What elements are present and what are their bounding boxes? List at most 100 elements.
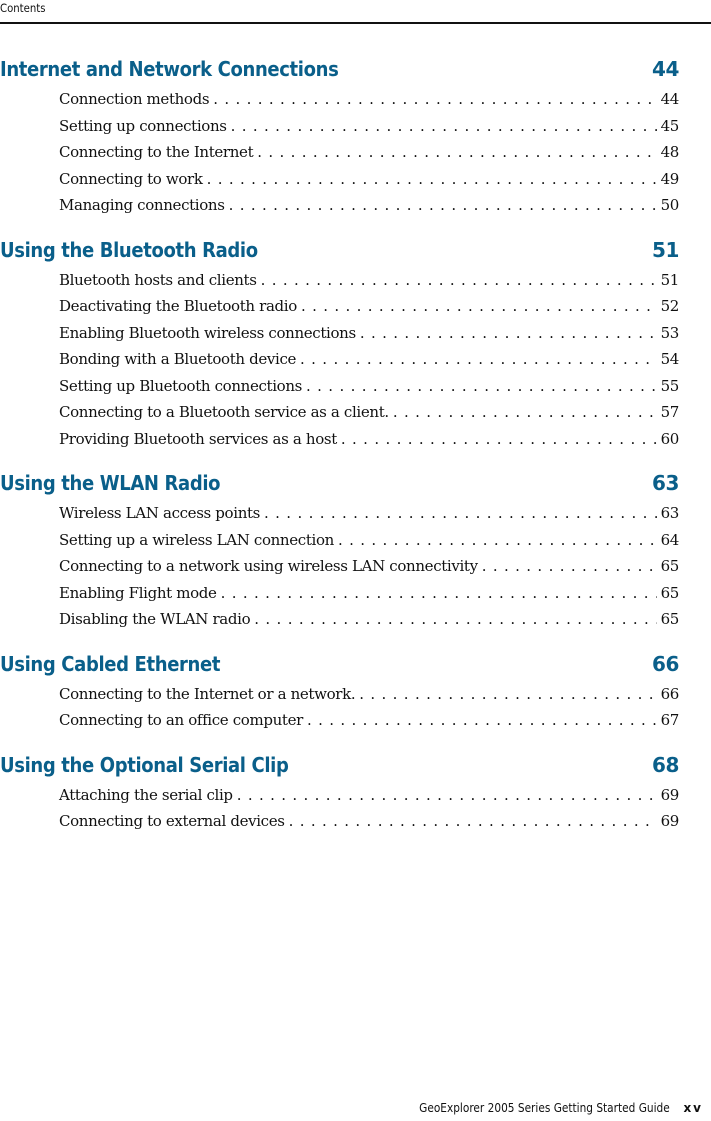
entry-page-number: 55 [660,376,680,395]
dot-leader [231,113,657,140]
dot-leader [237,782,657,809]
footer-book-title: GeoExplorer 2005 Series Getting Started … [418,1101,670,1115]
toc-section: Using the Optional Serial Clip 68 Attachin… [0,748,679,835]
section-page-number: 51 [651,237,679,262]
dot-leader [359,681,656,708]
toc-entry-link[interactable]: Connecting to work 49 [0,166,679,193]
dot-leader [360,320,657,347]
dot-leader [264,500,657,527]
dot-leader [254,606,656,633]
toc-entry-link[interactable]: Connecting to the Internet 48 [0,139,679,166]
toc-entry-link[interactable]: Connecting to a network using wireless L… [0,553,679,580]
section-title: Using the Optional Serial Clip [0,752,289,777]
entry-title: Wireless LAN access points [59,504,261,522]
toc-entry-link[interactable]: Bluetooth hosts and clients 51 [0,267,679,294]
dot-leader [261,267,657,294]
entry-title: Setting up connections [59,116,227,135]
section-heading-link[interactable]: Using the Bluetooth Radio 51 [0,233,679,267]
toc-entry-link[interactable]: Connection methods 44 [0,86,679,113]
entry-title: Connecting to the Internet or a network. [59,684,356,703]
entry-title: Setting up Bluetooth connections [59,376,303,395]
section-title: Using Cabled Ethernet [0,651,221,676]
toc-entry-link[interactable]: Connecting to a Bluetooth service as a c… [0,399,679,426]
entry-title: Enabling Flight mode [59,583,217,602]
entry-page-number: 45 [660,116,680,135]
entry-title: Managing connections [59,196,225,214]
entry-page-number: 51 [660,270,680,289]
entry-page-number: 50 [660,196,680,214]
dot-leader [393,399,657,426]
section-heading-link[interactable]: Using the WLAN Radio 63 [0,466,679,500]
entry-title: Connecting to an office computer [59,711,303,729]
toc-entry-link[interactable]: Connecting to the Internet or a network.… [0,681,679,708]
dot-leader [301,293,657,320]
entry-page-number: 65 [660,557,680,575]
entry-title: Deactivating the Bluetooth radio [59,297,297,315]
dot-leader [306,373,657,400]
section-heading-link[interactable]: Using the Optional Serial Clip 68 [0,748,679,782]
toc-entry-link[interactable]: Connecting to an office computer 67 [0,707,679,734]
footer-page-number: xv [683,1101,703,1115]
entry-page-number: 53 [660,323,680,342]
entry-title: Enabling Bluetooth wireless connections [59,323,356,342]
dot-leader [207,166,657,193]
entry-page-number: 52 [660,297,680,315]
toc-section: Using Cabled Ethernet 66 Connecting to the… [0,647,679,748]
toc-entry-link[interactable]: Enabling Bluetooth wireless connections 5… [0,320,679,347]
entry-page-number: 67 [660,711,680,729]
dot-leader [482,553,657,580]
dot-leader [338,527,657,554]
toc-entry-link[interactable]: Enabling Flight mode 65 [0,580,679,607]
entry-page-number: 65 [660,610,680,628]
toc-entry-link[interactable]: Bonding with a Bluetooth device 54 [0,346,679,373]
entry-title: Bonding with a Bluetooth device [59,350,297,368]
section-title: Internet and Network Connections [0,57,339,81]
entry-page-number: 48 [660,143,680,161]
dot-leader [307,707,657,734]
toc-entry-link[interactable]: Deactivating the Bluetooth radio 52 [0,293,679,320]
section-heading-link[interactable]: Internet and Network Connections 44 [0,52,679,86]
toc-entry-link[interactable]: Attaching the serial clip 69 [0,782,679,809]
entry-page-number: 54 [660,350,680,368]
toc-section: Internet and Network Connections 44 Connec… [0,52,679,233]
entry-page-number: 65 [660,583,680,602]
toc-entry-link[interactable]: Setting up Bluetooth connections 55 [0,373,679,400]
entry-title: Attaching the serial clip [59,785,233,804]
table-of-contents: Internet and Network Connections 44 Connec… [0,52,679,835]
section-page-number: 63 [651,471,679,495]
toc-entry-link[interactable]: Connecting to external devices 69 [0,808,679,835]
toc-section: Using the Bluetooth Radio 51 Bluetooth hos… [0,233,679,467]
toc-entry-link[interactable]: Setting up connections 45 [0,113,679,140]
section-title: Using the Bluetooth Radio [0,237,258,262]
entry-page-number: 69 [660,812,680,830]
toc-entry-link[interactable]: Managing connections 50 [0,192,679,219]
page-footer: GeoExplorer 2005 Series Getting Started … [385,1101,703,1115]
toc-section: Using the WLAN Radio 63 Wireless LAN acces… [0,466,679,647]
toc-entry-link[interactable]: Disabling the WLAN radio 65 [0,606,679,633]
toc-entry-link[interactable]: Wireless LAN access points 63 [0,500,679,527]
entry-title: Connecting to a Bluetooth service as a c… [59,403,389,421]
entry-page-number: 63 [660,504,680,522]
dot-leader [289,808,657,835]
section-page-number: 66 [651,651,679,676]
dot-leader [300,346,657,373]
header-rule [0,22,711,24]
dot-leader [213,86,656,113]
dot-leader [221,580,657,607]
entry-title: Connecting to external devices [59,812,285,830]
entry-page-number: 44 [660,90,680,108]
entry-title: Setting up a wireless LAN connection [59,530,334,549]
entry-title: Connecting to work [59,169,203,188]
entry-title: Bluetooth hosts and clients [59,270,257,289]
entry-title: Connecting to a network using wireless L… [59,557,478,575]
section-page-number: 44 [651,57,679,81]
toc-entry-link[interactable]: Providing Bluetooth services as a host 60 [0,426,679,453]
toc-entry-link[interactable]: Setting up a wireless LAN connection 64 [0,527,679,554]
running-head: Contents [0,1,46,15]
section-heading-link[interactable]: Using Cabled Ethernet 66 [0,647,679,681]
entry-page-number: 57 [660,403,680,421]
